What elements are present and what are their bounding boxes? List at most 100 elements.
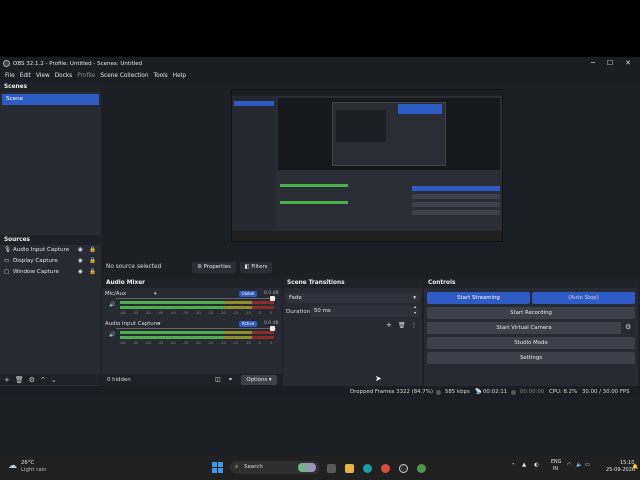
volume-slider-handle[interactable] [270,296,275,301]
search-label: Search [244,464,263,470]
meter-tick-label: -50 [145,311,151,315]
record-icon [511,390,516,395]
settings-button[interactable]: Settings [427,352,635,364]
network-tray-icon[interactable]: ▲ [522,462,526,468]
channel-badge[interactable]: Global [239,291,257,297]
chevron-down-icon[interactable]: ▾ [158,321,161,327]
search-highlight-icon [298,463,316,472]
obs-taskbar-icon[interactable] [399,464,408,473]
volume-slider-handle[interactable] [270,326,275,331]
add-icon[interactable]: + [4,376,10,384]
menu-docks[interactable]: Docks [55,73,73,79]
add-icon[interactable]: + [386,321,392,329]
chrome-profile-icon[interactable] [417,464,426,473]
meter-tick-label: -30 [195,311,201,315]
menu-file[interactable]: File [5,73,15,79]
start-virtual-camera-button[interactable]: Start Virtual Camera [427,322,621,334]
chevron-down-icon: ▾ [413,295,416,301]
lock-icon[interactable]: 🔒 [89,256,96,267]
eye-icon[interactable]: ◉ [78,267,83,278]
taskbar-search[interactable]: ⌕ Search [230,461,320,474]
menu-profile[interactable]: Profile [77,73,95,79]
menu-edit[interactable]: Edit [20,73,31,79]
preview-canvas [231,89,503,242]
menu-bar: File Edit View Docks Profile Scene Colle… [0,70,640,81]
title-bar: OBS 32.1.2 - Profile: Untitled - Scenes:… [0,57,640,70]
duration-label: Duration [286,309,311,315]
meter-tick-label: -15 [232,341,239,345]
wifi-icon[interactable]: ◠ [567,462,572,468]
source-item[interactable]: 🎙 Audio Input Capture ◉ 🔒 [0,245,101,256]
status-bar: Dropped Frames 3322 (84.7%) 585 kbps 📡 0… [0,386,640,398]
meter-tick-label: -40 [170,341,176,345]
chrome-icon[interactable] [381,464,390,473]
more-icon[interactable]: ⋮ [411,322,417,329]
cpu-usage: CPU: 8.2% [549,389,578,395]
scene-item[interactable]: Scene [2,94,99,105]
volume-slider[interactable] [116,328,276,329]
meter-tick-label: -60 [120,311,126,315]
language-top[interactable]: ENG [551,460,561,465]
source-label: Display Capture [13,258,58,264]
battery-icon[interactable]: ▭ [585,462,590,468]
lock-icon[interactable]: 🔒 [89,245,96,256]
mixer-layout-icon[interactable]: ◫ [215,376,221,383]
volume-slider[interactable] [116,298,276,299]
duration-field[interactable]: 50 ms ▴ ▾ [311,304,419,317]
auto-stop-button[interactable]: (Auto Stop) [532,292,635,304]
gear-icon[interactable]: ⚙ [625,323,631,331]
clock-date[interactable]: 25-09-2026 [606,467,635,473]
preview-area[interactable] [101,82,640,251]
meter-tick-label: -55 [132,341,139,345]
link-icon[interactable]: ⚭ [228,376,233,383]
lock-icon[interactable]: 🔒 [89,267,96,278]
edge-icon[interactable] [363,464,372,473]
minimize-button[interactable]: ─ [584,57,602,70]
maximize-button[interactable]: ☐ [601,57,619,70]
chevron-down-icon[interactable]: ▾ [154,291,157,297]
speaker-icon[interactable]: 🔊 [109,332,115,338]
file-explorer-icon[interactable] [345,464,354,473]
start-streaming-button[interactable]: Start Streaming [427,292,530,304]
app-tray-icon[interactable]: ◐ [534,462,539,468]
channel-badge[interactable]: Active [239,321,257,327]
task-view-icon[interactable] [327,464,336,473]
menu-view[interactable]: View [36,73,50,79]
eye-icon[interactable]: ◉ [78,245,83,256]
menu-help[interactable]: Help [173,73,186,79]
speaker-icon[interactable]: 🔊 [109,302,115,308]
language-bottom[interactable]: IN [553,467,558,472]
menu-scene-collection[interactable]: Scene Collection [100,73,148,79]
move-up-icon[interactable]: ⌃ [40,376,46,384]
notification-icon[interactable]: 🔔 [632,464,638,470]
source-item[interactable]: ▭ Display Capture ◉ 🔒 [0,256,101,267]
move-down-icon[interactable]: ⌄ [51,376,57,384]
scene-transitions-title: Scene Transitions [283,278,422,288]
stepper-icon[interactable]: ▴ ▾ [414,304,416,316]
meter-tick-label: -40 [170,311,176,315]
meter-tick-label: -45 [157,311,164,315]
options-label: Options [246,377,268,383]
eye-icon[interactable]: ◉ [78,256,83,267]
properties-button[interactable]: ⚙ Properties [192,262,236,273]
meter-ticks: -60 -55 -50 -45 -40 -35 -30 -25 -20 -15 -10 -5 0 [116,341,276,346]
meter-tick-label: 0 [270,341,273,345]
transition-select[interactable]: Fade ▾ [286,293,419,303]
weather-icon[interactable]: ☁ [8,461,17,471]
chevron-up-icon[interactable]: ⌃ [511,463,516,469]
scene-transitions-panel: Scene Transitions Fade ▾ Duration 50 ms … [283,278,422,386]
trash-icon[interactable]: 🗑 [398,322,406,329]
windows-start-icon[interactable] [212,462,223,473]
gear-icon[interactable]: ⚙ [29,376,35,384]
start-recording-button[interactable]: Start Recording [427,307,635,319]
sources-panel: Sources 🎙 Audio Input Capture ◉ 🔒 ▭ Disp… [0,235,101,386]
volume-tray-icon[interactable]: 🔈 [576,462,583,468]
options-button[interactable]: Options ▾ [241,375,277,385]
menu-tools[interactable]: Tools [154,73,168,79]
filters-button[interactable]: ◧ Filters [240,262,272,273]
channel-name: Mic/Aux [105,291,127,297]
close-button[interactable]: ✕ [619,57,637,70]
studio-mode-button[interactable]: Studio Mode [427,337,635,349]
source-item[interactable]: ▢ Window Capture ◉ 🔒 [0,267,101,278]
trash-icon[interactable]: 🗑 [15,376,24,384]
